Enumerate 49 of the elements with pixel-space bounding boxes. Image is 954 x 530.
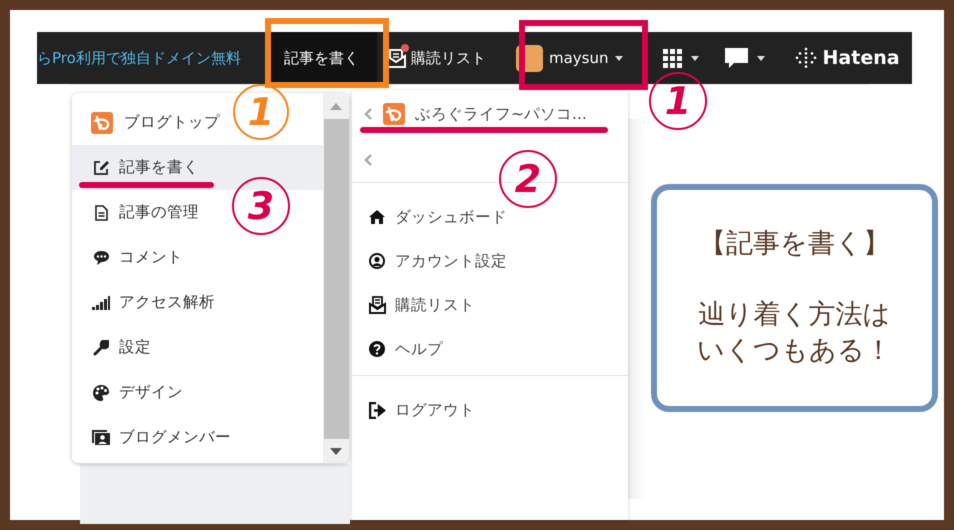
edit-icon xyxy=(94,160,108,175)
menu-item[interactable]: 記事の管理 xyxy=(72,190,205,235)
menu-item[interactable]: コメント xyxy=(72,235,189,280)
caret-icon xyxy=(690,56,699,60)
scrollbar[interactable] xyxy=(323,93,349,463)
logout-icon xyxy=(368,402,386,418)
blog-logo-icon xyxy=(91,112,113,134)
promo-link[interactable]: らPro利用で独自ドメイン無料 xyxy=(37,48,262,68)
reading-list-link[interactable]: 購読リスト xyxy=(385,47,486,69)
signal-bars-icon xyxy=(92,296,110,310)
menu-item[interactable]: ヘルプ xyxy=(352,327,628,371)
document-icon xyxy=(94,204,108,220)
notifications-menu[interactable] xyxy=(724,48,765,68)
user-menu[interactable]: maysun xyxy=(516,44,623,72)
callout-text: 辿り着く方法は いくつもある！ xyxy=(697,298,892,368)
menu-item[interactable]: 設定 xyxy=(72,325,157,370)
caret-icon xyxy=(614,56,623,60)
menu-item[interactable]: ブログメンバー xyxy=(72,415,237,460)
hatena-logo[interactable]: Hatena xyxy=(794,47,900,69)
apps-menu[interactable] xyxy=(662,48,699,68)
menu-item[interactable]: ブログトップ xyxy=(72,100,226,145)
caret-icon xyxy=(756,56,765,60)
menu-item[interactable]: ログアウト xyxy=(352,388,628,432)
menu-item[interactable]: 購読リスト xyxy=(352,283,628,327)
grid-icon xyxy=(662,48,682,68)
step-number: 3 xyxy=(232,177,290,235)
scroll-down-icon[interactable] xyxy=(330,448,342,455)
step-number: 1 xyxy=(233,84,289,140)
mail-icon xyxy=(368,296,386,314)
blog-logo-icon xyxy=(383,103,405,125)
dotted-diamond-icon xyxy=(794,47,817,69)
back-chevron-icon[interactable] xyxy=(364,107,373,121)
chat-bubble-icon xyxy=(724,48,748,68)
menu-item[interactable]: デザイン xyxy=(72,370,189,415)
step-number: 2 xyxy=(499,150,557,208)
palette-icon xyxy=(93,384,109,400)
home-icon xyxy=(369,210,385,224)
help-icon xyxy=(369,341,385,357)
step-number: 1 xyxy=(649,72,707,130)
scroll-up-icon[interactable] xyxy=(330,103,342,110)
member-card-icon xyxy=(92,430,110,445)
callout-title: 【記事を書く】 xyxy=(699,227,890,262)
blog-title[interactable]: ぶろぐライフ~パソコ... xyxy=(415,104,587,124)
user-circle-icon xyxy=(369,253,385,269)
back-chevron-icon[interactable] xyxy=(364,153,373,167)
menu-item[interactable]: アクセス解析 xyxy=(72,280,221,325)
speech-bubble-icon xyxy=(94,250,108,264)
menu-item[interactable]: アカウント設定 xyxy=(352,239,628,283)
wrench-icon xyxy=(93,340,109,356)
